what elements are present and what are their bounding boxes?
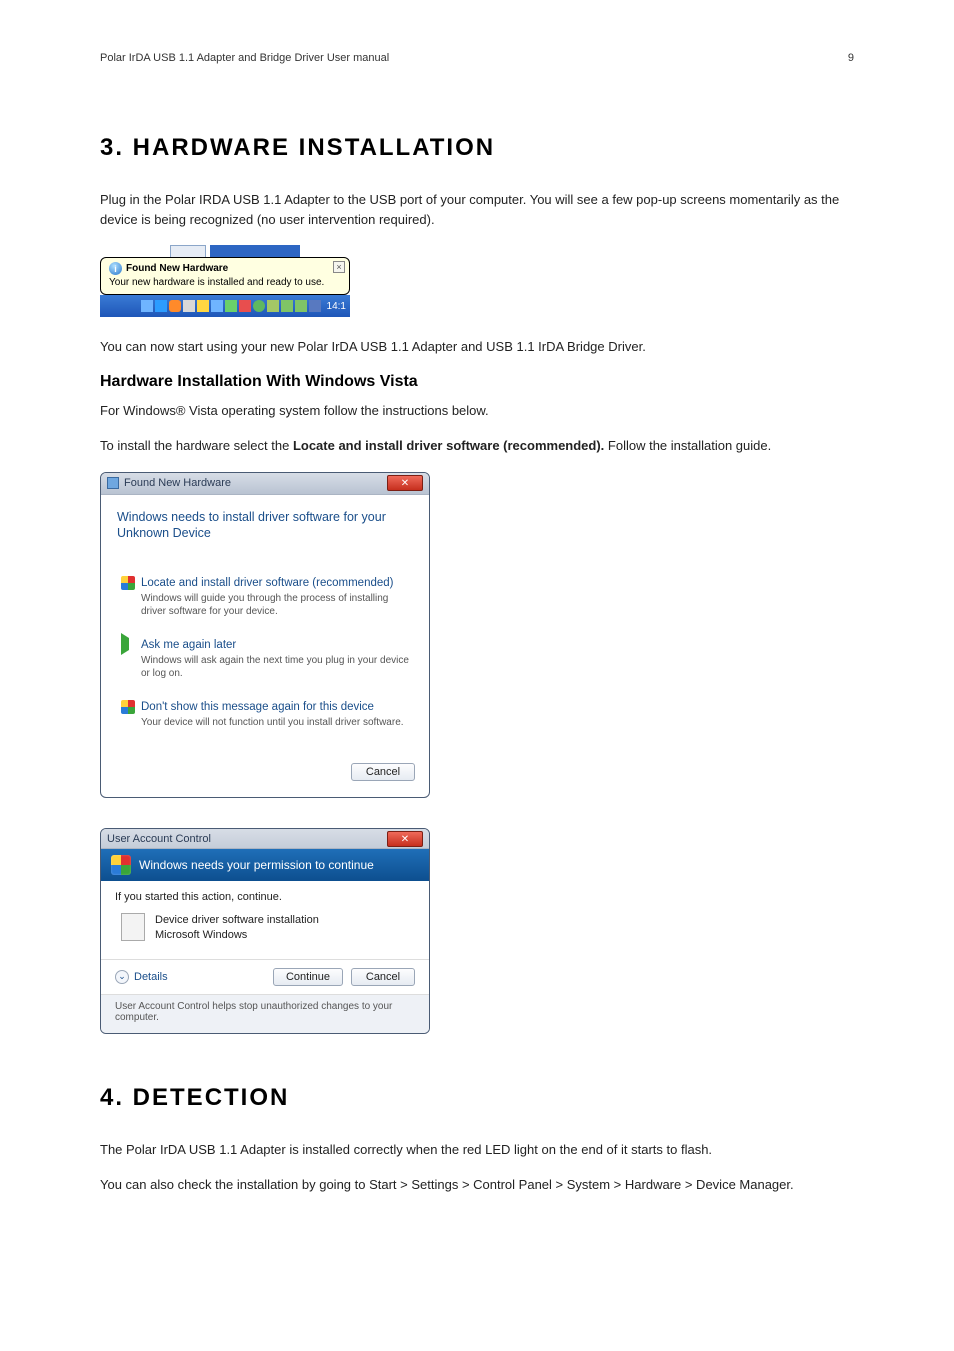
chevron-down-icon: ⌄ — [115, 970, 129, 984]
option-subtext: Windows will guide you through the proce… — [141, 592, 409, 618]
uac-titlebar: User Account Control ✕ — [101, 829, 429, 849]
option-title: Don't show this message again for this d… — [141, 701, 374, 713]
xp-tab — [210, 245, 300, 257]
section-3-heading: 3. HARDWARE INSTALLATION — [100, 134, 854, 162]
tray-icon — [141, 300, 153, 312]
uac-footer-text: User Account Control helps stop unauthor… — [101, 994, 429, 1033]
window-icon — [107, 477, 119, 489]
tray-icon — [281, 300, 293, 312]
section-3-p3: For Windows® Vista operating system foll… — [100, 401, 854, 421]
taskbar-clock: 14:1 — [327, 301, 346, 312]
vista-found-new-hardware-dialog: Found New Hardware ✕ Windows needs to in… — [100, 472, 430, 799]
tray-icon — [155, 300, 167, 312]
section-4-p1: The Polar IrDA USB 1.1 Adapter is instal… — [100, 1140, 854, 1160]
page-number: 9 — [848, 52, 854, 64]
close-button[interactable]: ✕ — [387, 831, 423, 847]
info-icon: i — [109, 262, 122, 275]
xp-found-new-hardware-figure: i Found New Hardware × Your new hardware… — [100, 245, 350, 317]
option-title: Locate and install driver software (reco… — [141, 577, 393, 589]
section-3-p1: Plug in the Polar IRDA USB 1.1 Adapter t… — [100, 190, 854, 229]
cancel-button[interactable]: Cancel — [351, 968, 415, 986]
section-4-heading: 4. DETECTION — [100, 1084, 854, 1112]
details-label: Details — [134, 971, 168, 983]
tray-icon — [267, 300, 279, 312]
xp-tab — [170, 245, 206, 257]
shield-icon — [121, 576, 135, 590]
uac-window-title: User Account Control — [107, 833, 211, 845]
tray-icon — [295, 300, 307, 312]
option-title: Ask me again later — [141, 639, 236, 651]
arrow-right-icon — [121, 638, 135, 652]
doc-title: Polar IrDA USB 1.1 Adapter and Bridge Dr… — [100, 52, 389, 64]
tray-icon — [197, 300, 209, 312]
close-icon[interactable]: × — [333, 261, 345, 273]
uac-banner-text: Windows needs your permission to continu… — [139, 858, 374, 872]
option-subtext: Your device will not function until you … — [141, 716, 409, 729]
tray-icon — [309, 300, 321, 312]
close-button[interactable]: ✕ — [387, 475, 423, 491]
section-3-p2: You can now start using your new Polar I… — [100, 337, 854, 357]
xp-tabstrip — [170, 245, 350, 257]
section-3-p4: To install the hardware select the Locat… — [100, 436, 854, 456]
option-ask-later[interactable]: Ask me again later Windows will ask agai… — [117, 632, 413, 690]
tray-icon — [169, 300, 181, 312]
vista-titlebar: Found New Hardware ✕ — [101, 473, 429, 495]
p4-post: Follow the installation guide. — [604, 438, 771, 453]
vista-subheading: Hardware Installation With Windows Vista — [100, 373, 854, 391]
xp-balloon-text: Your new hardware is installed and ready… — [109, 277, 341, 288]
uac-banner: Windows needs your permission to continu… — [101, 849, 429, 881]
shield-icon — [111, 855, 131, 875]
details-toggle[interactable]: ⌄ Details — [115, 970, 168, 984]
option-dont-show[interactable]: Don't show this message again for this d… — [117, 694, 413, 739]
tray-icon — [183, 300, 195, 312]
continue-button[interactable]: Continue — [273, 968, 343, 986]
tray-icon — [239, 300, 251, 312]
uac-program-publisher: Microsoft Windows — [155, 928, 319, 943]
program-icon — [121, 913, 145, 941]
tray-icon — [211, 300, 223, 312]
uac-instruction: If you started this action, continue. — [115, 891, 415, 903]
uac-dialog: User Account Control ✕ Windows needs you… — [100, 828, 430, 1034]
tray-icon — [253, 300, 265, 312]
section-4-p2: You can also check the installation by g… — [100, 1175, 854, 1195]
tray-icon — [225, 300, 237, 312]
xp-taskbar: 14:1 — [100, 295, 350, 317]
vista-window-title: Found New Hardware — [124, 477, 231, 489]
uac-program-info: Device driver software installation Micr… — [121, 913, 415, 943]
vista-dialog-heading: Windows needs to install driver software… — [117, 509, 413, 543]
p4-bold: Locate and install driver software (reco… — [293, 438, 604, 453]
shield-icon — [121, 700, 135, 714]
cancel-button[interactable]: Cancel — [351, 763, 415, 781]
option-subtext: Windows will ask again the next time you… — [141, 654, 409, 680]
option-locate-install[interactable]: Locate and install driver software (reco… — [117, 570, 413, 628]
xp-balloon-title: Found New Hardware — [126, 263, 228, 274]
uac-program-name: Device driver software installation — [155, 913, 319, 928]
xp-balloon: i Found New Hardware × Your new hardware… — [100, 257, 350, 295]
p4-pre: To install the hardware select the — [100, 438, 293, 453]
